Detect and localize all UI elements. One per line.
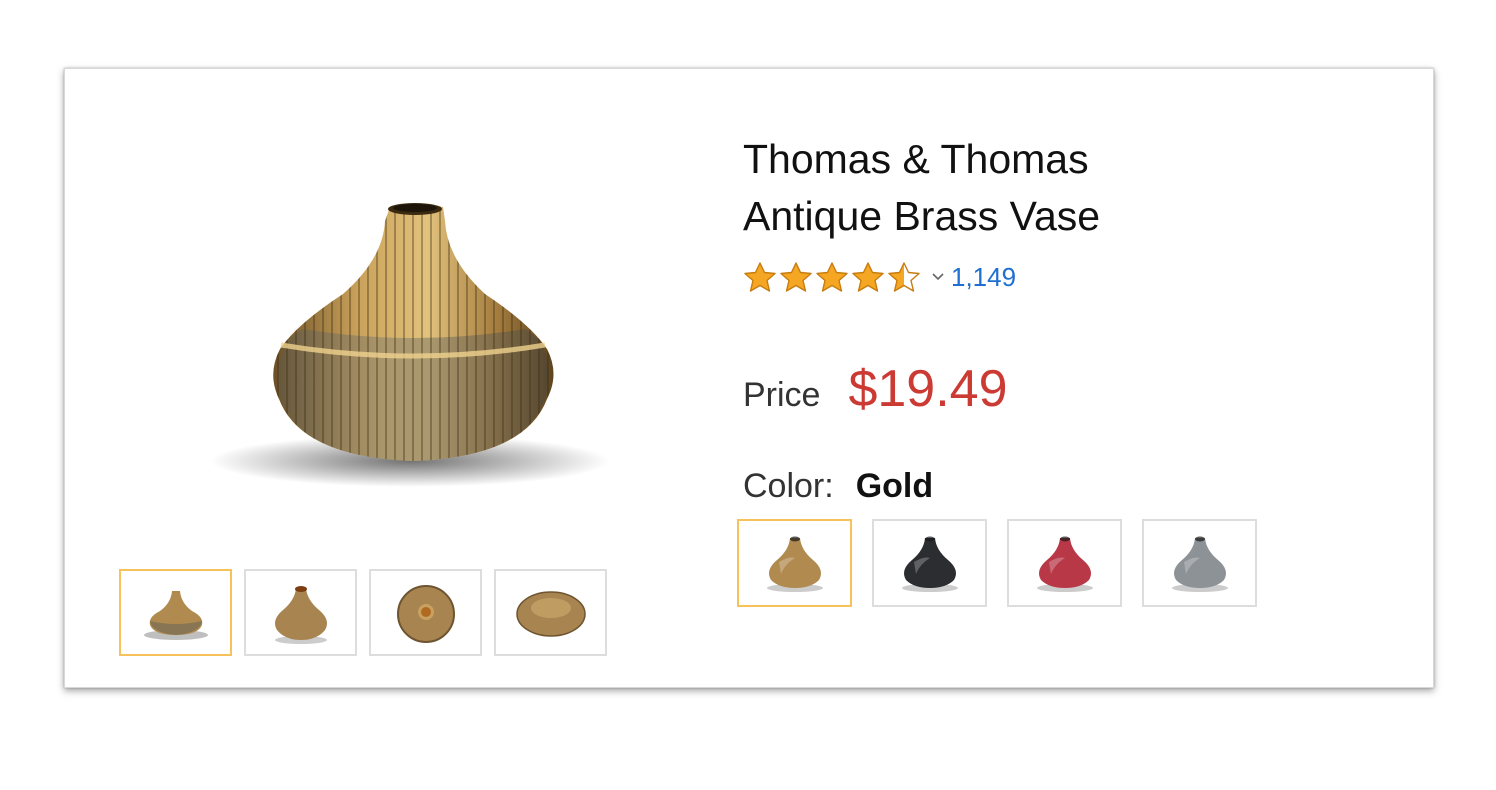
- vase-side-view-icon: [143, 590, 208, 640]
- color-swatch-gray[interactable]: [1142, 519, 1257, 607]
- color-value: Gold: [855, 467, 934, 505]
- star-full-icon: [744, 262, 776, 292]
- color-swatch-red[interactable]: [1007, 519, 1122, 607]
- product-title: Thomas & Thomas Antique Brass Vase: [743, 131, 1343, 245]
- color-label: Color:: [743, 467, 834, 505]
- vase-top-view-icon: [396, 584, 455, 643]
- star-half-icon: [888, 262, 920, 292]
- vase-red-icon: [1036, 536, 1093, 592]
- price-value: $19.49: [848, 360, 1008, 418]
- price-label: Price: [743, 376, 821, 414]
- color-swatch-gold[interactable]: [737, 519, 852, 607]
- color-swatches: [737, 519, 1257, 607]
- main-product-image[interactable]: [185, 189, 665, 529]
- chevron-down-icon[interactable]: [931, 272, 945, 282]
- product-title-line1: Thomas & Thomas: [743, 136, 1089, 182]
- thumbnail-2[interactable]: [244, 569, 357, 656]
- vase-bottom-view-icon: [515, 590, 586, 637]
- vase-image: [210, 203, 610, 487]
- star-full-icon: [852, 262, 884, 292]
- thumbnail-strip: [119, 569, 607, 656]
- vase-gray-icon: [1171, 536, 1228, 592]
- rating-row: 1,149: [743, 261, 1016, 293]
- star-rating[interactable]: [743, 261, 921, 293]
- product-title-line2: Antique Brass Vase: [743, 193, 1101, 239]
- color-swatch-black[interactable]: [872, 519, 987, 607]
- thumbnail-3[interactable]: [369, 569, 482, 656]
- star-full-icon: [780, 262, 812, 292]
- product-card: Thomas & Thomas Antique Brass Vase 1,149…: [64, 68, 1434, 688]
- vase-gold-icon: [766, 536, 823, 592]
- vase-angled-view-icon: [274, 585, 327, 644]
- thumbnail-4[interactable]: [494, 569, 607, 656]
- vase-black-icon: [901, 536, 958, 592]
- review-count-link[interactable]: 1,149: [951, 262, 1016, 293]
- price-row: Price $19.49: [743, 359, 1008, 419]
- color-row: Color: Gold: [743, 467, 933, 506]
- star-full-icon: [816, 262, 848, 292]
- thumbnail-1[interactable]: [119, 569, 232, 656]
